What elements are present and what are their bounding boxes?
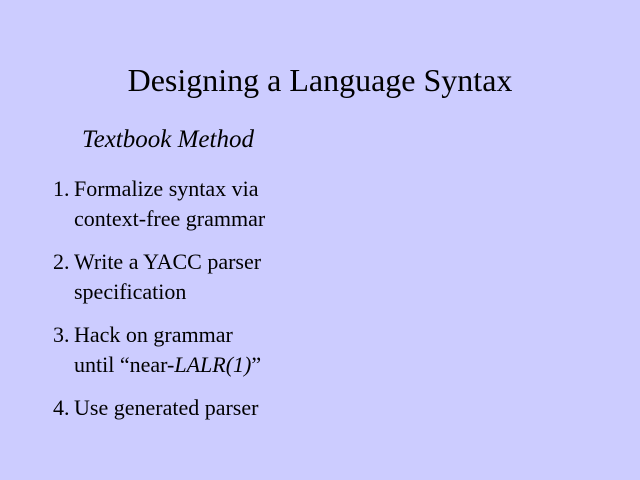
slide-title: Designing a Language Syntax <box>127 62 513 98</box>
list-item-number: 2. <box>53 249 70 274</box>
slide: Designing a Language Syntax Textbook Met… <box>0 0 640 480</box>
slide-subtitle: Textbook Method <box>82 126 254 153</box>
list-item: 4. Use generated parser <box>53 393 613 423</box>
list-item-line: specification <box>74 279 187 304</box>
lalr-term: LALR(1) <box>174 352 252 377</box>
list-item-line: Use generated parser <box>74 395 259 420</box>
list-item-line-prefix: until “near- <box>74 352 175 377</box>
list-item-number: 1. <box>53 176 70 201</box>
list-item-number: 3. <box>53 322 70 347</box>
list-item-text: Write a YACC parser specification <box>74 247 613 307</box>
list-item-line-suffix: ” <box>251 352 262 377</box>
list-item-line: Hack on grammar <box>74 322 233 347</box>
list-item: 1. Formalize syntax via context-free gra… <box>53 174 613 234</box>
list-item-line: Formalize syntax via <box>74 176 259 201</box>
list-item-line: context-free grammar <box>74 206 266 231</box>
list-item-text: Hack on grammar until “near-LALR(1)” <box>74 320 613 380</box>
list-item-line: until “near-LALR(1)” <box>74 350 613 380</box>
numbered-list: 1. Formalize syntax via context-free gra… <box>53 174 613 436</box>
list-item: 2. Write a YACC parser specification <box>53 247 613 307</box>
list-item: 3. Hack on grammar until “near-LALR(1)” <box>53 320 613 380</box>
list-item-text: Formalize syntax via context-free gramma… <box>74 174 613 234</box>
list-item-text: Use generated parser <box>74 393 613 423</box>
list-item-line: Write a YACC parser <box>74 249 262 274</box>
list-item-number: 4. <box>53 395 70 420</box>
